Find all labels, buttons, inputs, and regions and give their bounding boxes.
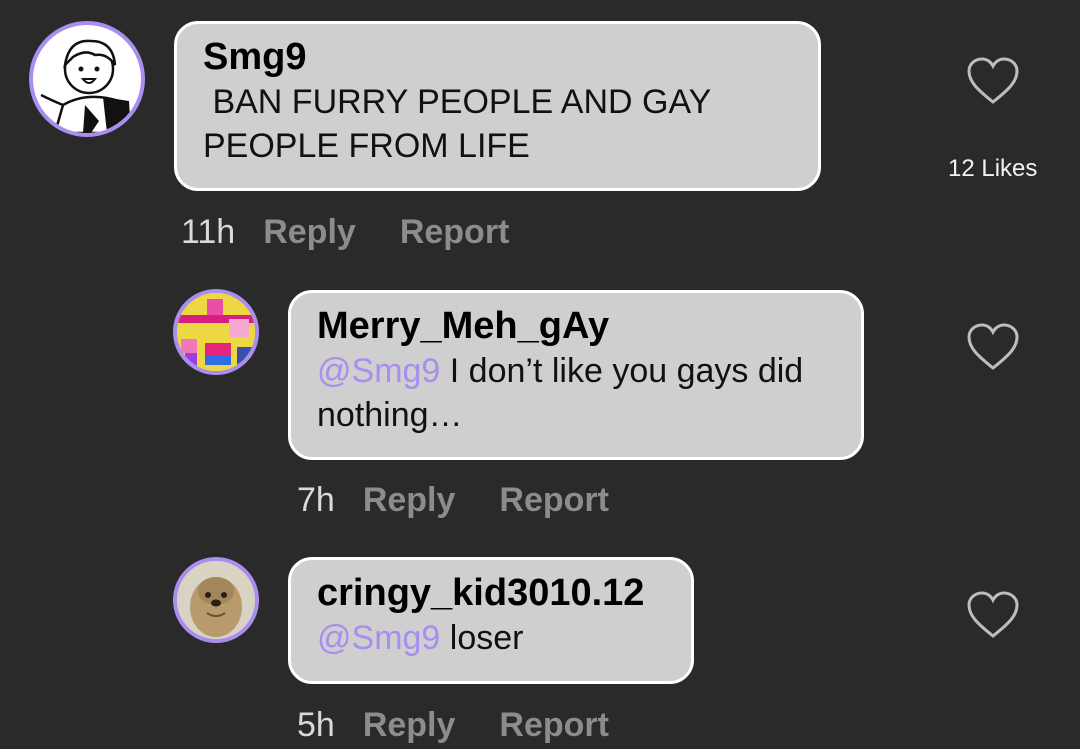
- avatar-smg9[interactable]: [29, 21, 145, 137]
- like-heart-icon[interactable]: [966, 590, 1020, 640]
- comment-meta: 11h Reply Report: [181, 213, 509, 252]
- report-button[interactable]: Report: [499, 706, 609, 745]
- report-button[interactable]: Report: [499, 481, 609, 520]
- comment-meta: 7h Reply Report: [297, 481, 609, 520]
- comment-meta: 5h Reply Report: [297, 706, 609, 745]
- comment-author[interactable]: cringy_kid3010.12: [317, 570, 665, 616]
- comment-author[interactable]: Smg9: [203, 34, 792, 80]
- avatar-merry-meh-gay[interactable]: [173, 289, 259, 375]
- mention-link[interactable]: @Smg9: [317, 619, 440, 657]
- comment-text: @Smg9 I don’t like you gays did nothing…: [317, 349, 835, 437]
- comment-bubble: cringy_kid3010.12 @Smg9 loser: [288, 557, 694, 684]
- like-heart-icon[interactable]: [966, 322, 1020, 372]
- comment-time: 7h: [297, 481, 335, 519]
- like-count[interactable]: 12 Likes: [948, 155, 1037, 183]
- comment-text: BAN FURRY PEOPLE AND GAY PEOPLE FROM LIF…: [203, 83, 712, 165]
- colorful-sticker-avatar-image: [177, 293, 255, 371]
- comment-body: loser: [440, 619, 524, 657]
- reply-button[interactable]: Reply: [263, 213, 356, 252]
- comment-time: 11h: [181, 213, 236, 251]
- mention-link[interactable]: @Smg9: [317, 352, 440, 390]
- reply-button[interactable]: Reply: [363, 706, 456, 745]
- comment-text: @Smg9 loser: [317, 616, 665, 660]
- avatar-cringy-kid[interactable]: [173, 557, 259, 643]
- dog-photo-avatar-image: [177, 561, 255, 639]
- report-button[interactable]: Report: [400, 213, 510, 252]
- cartoon-character-avatar-image: [40, 39, 131, 133]
- reply-button[interactable]: Reply: [363, 481, 456, 520]
- comment-author[interactable]: Merry_Meh_gAy: [317, 303, 835, 349]
- comment-bubble: Smg9 BAN FURRY PEOPLE AND GAY PEOPLE FRO…: [174, 21, 821, 191]
- comment-bubble: Merry_Meh_gAy @Smg9 I don’t like you gay…: [288, 290, 864, 460]
- comment-time: 5h: [297, 706, 335, 744]
- like-heart-icon[interactable]: [966, 56, 1020, 106]
